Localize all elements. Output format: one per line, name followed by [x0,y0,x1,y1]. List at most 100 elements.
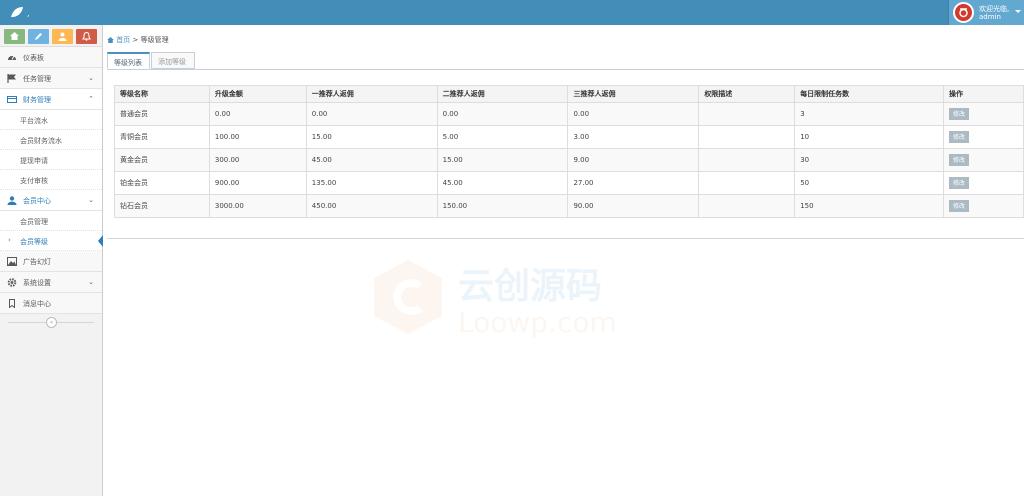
shortcut-edit-button[interactable] [28,29,49,44]
flag-icon [7,74,16,83]
table-cell: 9.00 [567,148,700,172]
table-cell: 10 [794,125,944,149]
chevron-down-icon: ⌄ [88,196,94,204]
table-cell: 45.00 [436,171,569,195]
user-name: admin [979,13,1001,21]
table-cell: 5.00 [436,125,569,149]
edit-button[interactable]: 修改 [949,200,969,212]
column-header: 等级名称 [114,85,210,103]
sidebar-item-label: 仪表板 [23,54,44,62]
watermark-title: 云创源码 [458,266,602,307]
table-cell: 0.00 [436,102,569,126]
table-row: 黄金会员 300.00 45.00 15.00 9.00 30 修改 [114,148,1024,172]
sidebar-subitem-label: 平台流水 [20,117,48,125]
table-cell: 150 [794,194,944,218]
angle-right-icon: › [8,236,11,244]
sidebar-item-ad-slides[interactable]: 广告幻灯 [0,251,102,272]
table-cell: 0.00 [305,102,438,126]
chevron-down-icon: ⌄ [88,74,94,82]
sidebar-item-label: 会员中心 [23,197,51,205]
home-icon [10,32,19,40]
table-row: 青铜会员 100.00 15.00 5.00 3.00 10 修改 [114,125,1024,149]
leaf-logo-icon[interactable] [10,6,24,18]
table-cell: 黄金会员 [114,148,210,172]
table-cell: 0.00 [567,102,700,126]
top-navbar: , 欢迎光临, admin [0,0,1024,25]
sidebar-subitem-member-manage[interactable]: 会员管理 [0,211,102,231]
watermark-hexagon-icon [374,260,442,334]
sidebar-shortcuts [0,25,103,47]
edit-button[interactable]: 修改 [949,154,969,166]
chevron-down-icon: ⌄ [88,278,94,286]
edit-button[interactable]: 修改 [949,177,969,189]
sidebar-item-finance[interactable]: 财务管理 ⌃ [0,89,102,110]
tab-level-list[interactable]: 等级列表 [107,52,150,69]
sidebar-subitem-payment-review[interactable]: 支付审核 [0,170,102,190]
card-icon [7,96,17,103]
breadcrumb-home-label: 首页 [116,36,131,44]
sidebar-item-tasks[interactable]: 任务管理 ⌄ [0,68,102,89]
sidebar-item-member-center[interactable]: 会员中心 ⌄ [0,190,102,211]
sidebar-subitem-platform-flow[interactable]: 平台流水 [0,110,102,130]
sidebar-item-system-settings[interactable]: 系统设置 ⌄ [0,272,102,293]
column-header: 操作 [943,85,1024,103]
sidebar-subitem-member-finance-flow[interactable]: 会员财务流水 [0,130,102,150]
table-row: 普通会员 0.00 0.00 0.00 0.00 3 修改 [114,102,1024,126]
sidebar-item-label: 消息中心 [23,300,51,308]
table-cell: 30 [794,148,944,172]
column-header: 三推荐人返佣 [567,85,700,103]
sidebar-item-label: 系统设置 [23,279,51,287]
watermark-logo: 云创源码 Loowp.com [374,260,617,338]
table-row: 钻石会员 3000.00 450.00 150.00 90.00 150 修改 [114,194,1024,218]
sidebar-item-label: 财务管理 [23,96,51,104]
avatar [953,2,974,23]
content-panel-bottom-border [107,238,1024,239]
user-menu[interactable]: 欢迎光临, admin [948,0,1024,25]
sidebar: 仪表板 任务管理 ⌄ 财务管理 ⌃ 平台流水 会员财务流水 提现申请 支付审核 … [0,25,103,496]
table-cell: 修改 [943,148,1024,172]
table-cell: 15.00 [305,125,438,149]
caret-down-icon[interactable] [1015,10,1021,13]
users-icon [58,32,67,41]
shortcut-home-button[interactable] [4,29,25,44]
shortcut-users-button[interactable] [52,29,73,44]
shortcut-alerts-button[interactable] [76,29,97,44]
sidebar-subitem-member-level[interactable]: › 会员等级 [0,231,103,251]
table-cell: 修改 [943,171,1024,195]
table-cell: 150.00 [436,194,569,218]
table-cell: 3.00 [567,125,700,149]
watermark-subtitle: Loowp.com [458,306,617,338]
sidebar-subitem-label: 会员管理 [20,218,48,226]
sidebar-item-messages[interactable]: 消息中心 [0,293,102,314]
table-cell [698,194,796,218]
sidebar-subitem-withdraw-request[interactable]: 提现申请 [0,150,102,170]
breadcrumb-separator: > [132,36,139,44]
table-cell: 50 [794,171,944,195]
column-header: 每日限制任务数 [794,85,944,103]
edit-button[interactable]: 修改 [949,108,969,120]
table-cell: 铂金会员 [114,171,210,195]
active-indicator-arrow [98,235,103,247]
breadcrumb: 首页 > 等级管理 [107,35,169,45]
user-icon [7,196,17,205]
tab-label: 等级列表 [114,59,142,67]
bell-icon [82,32,91,41]
avatar-logo-icon [959,8,968,18]
collapse-sidebar-icon[interactable]: « [46,317,57,328]
sidebar-item-dashboard[interactable]: 仪表板 [0,47,102,68]
table-cell: 100.00 [208,125,307,149]
table-cell: 0.00 [208,102,307,126]
level-table: 等级名称 升级金额 一推荐人返佣 二推荐人返佣 三推荐人返佣 权限描述 每日限制… [114,85,1024,218]
table-cell [698,171,796,195]
table-cell: 青铜会员 [114,125,210,149]
tab-add-level[interactable]: 添加等级 [151,52,195,69]
table-cell [698,125,796,149]
sidebar-subitem-label: 会员等级 [20,238,48,246]
breadcrumb-home-link[interactable]: 首页 [107,36,132,44]
home-icon [107,37,114,43]
table-cell: 修改 [943,102,1024,126]
sidebar-subitem-label: 提现申请 [20,157,48,165]
table-cell: 3 [794,102,944,126]
edit-button[interactable]: 修改 [949,131,969,143]
table-cell: 135.00 [305,171,438,195]
